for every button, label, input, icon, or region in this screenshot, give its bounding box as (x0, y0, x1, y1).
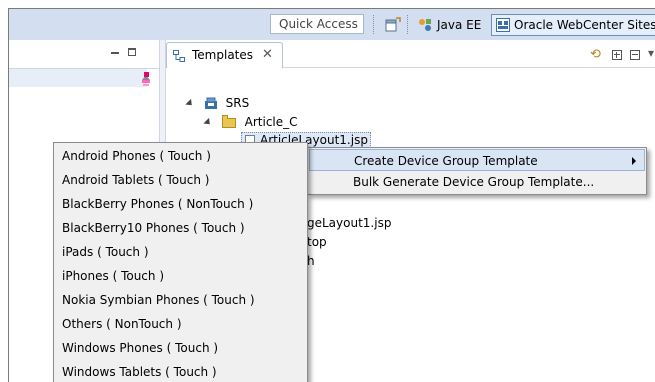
submenu-item[interactable]: Nokia Symbian Phones ( Touch ) (62, 289, 255, 311)
toolbar-separator (407, 15, 410, 34)
tree-node-label: Article_C (244, 115, 298, 129)
submenu-item[interactable]: Android Tablets ( Touch ) (62, 169, 209, 191)
tree-node-project[interactable]: SRS (185, 94, 250, 112)
close-icon[interactable]: ✕ (262, 47, 273, 62)
menu-item-create-device-group-template[interactable]: Create Device Group Template (309, 149, 645, 171)
tab-label: Templates (192, 48, 254, 62)
view-header-border (283, 67, 655, 68)
sync-icon[interactable]: ⟲ (590, 47, 601, 62)
submenu-arrow-icon (632, 157, 636, 165)
submenu-item[interactable]: BlackBerry Phones ( NonTouch ) (62, 193, 253, 215)
tree-node-partial[interactable]: geLayout1.jsp (307, 214, 391, 232)
menu-item-label: Bulk Generate Device Group Template... (353, 175, 595, 189)
perspective-java-ee[interactable]: Java EE (417, 15, 481, 35)
submenu-item[interactable]: BlackBerry10 Phones ( Touch ) (62, 217, 245, 239)
perspective-label: Java EE (437, 18, 482, 32)
overview-marker (144, 72, 149, 77)
tree-node-partial[interactable]: h (307, 252, 315, 270)
open-perspective-button[interactable] (385, 15, 403, 35)
expanded-twisty-icon[interactable] (203, 117, 213, 128)
templates-view-icon (173, 50, 185, 62)
submenu-item[interactable]: Windows Phones ( Touch ) (62, 337, 218, 359)
expand-all-icon[interactable] (612, 50, 622, 60)
open-perspective-icon (385, 17, 401, 32)
left-view-selected-row[interactable] (9, 69, 147, 87)
device-group-submenu: Android Phones ( Touch ) Android Tablets… (53, 142, 308, 382)
tree-node-partial[interactable]: top (307, 233, 327, 251)
perspective-webcenter-sites[interactable]: Oracle WebCenter Sites (491, 14, 655, 36)
submenu-item[interactable]: iPads ( Touch ) (62, 241, 149, 263)
expanded-twisty-icon[interactable] (185, 98, 195, 109)
tab-templates[interactable]: Templates ✕ (166, 42, 283, 68)
perspective-label: Oracle WebCenter Sites (514, 18, 655, 32)
folder-icon (221, 114, 236, 128)
menu-item-bulk-generate[interactable]: Bulk Generate Device Group Template... (309, 171, 645, 193)
main-toolbar: Quick Access Java EE Oracle WebCenter Si… (9, 9, 655, 41)
ide-window: Quick Access Java EE Oracle WebCenter Si… (8, 8, 655, 382)
view-menu-icon[interactable]: ▾ (648, 46, 654, 60)
left-view-header (9, 40, 159, 69)
submenu-item[interactable]: Others ( NonTouch ) (62, 313, 182, 335)
submenu-item[interactable]: Android Phones ( Touch ) (62, 145, 211, 167)
maximize-icon[interactable] (128, 48, 136, 56)
tree-node-label: SRS (225, 96, 250, 110)
java-ee-perspective-icon (419, 19, 431, 31)
submenu-item[interactable]: Windows Tablets ( Touch ) (62, 361, 217, 382)
submenu-item[interactable]: iPhones ( Touch ) (62, 265, 164, 287)
overview-marker (143, 84, 149, 86)
quick-access-field[interactable]: Quick Access (270, 14, 364, 34)
webcenter-sites-perspective-icon (496, 18, 510, 32)
overview-marker (142, 80, 150, 83)
project-icon (204, 97, 217, 109)
context-menu: Create Device Group Template Bulk Genera… (307, 147, 647, 195)
tree-node-folder[interactable]: Article_C (203, 113, 298, 131)
toolbar-grip (373, 15, 376, 34)
menu-item-label: Create Device Group Template (354, 154, 538, 168)
minimize-icon[interactable] (111, 52, 119, 54)
collapse-all-icon[interactable] (630, 50, 640, 60)
